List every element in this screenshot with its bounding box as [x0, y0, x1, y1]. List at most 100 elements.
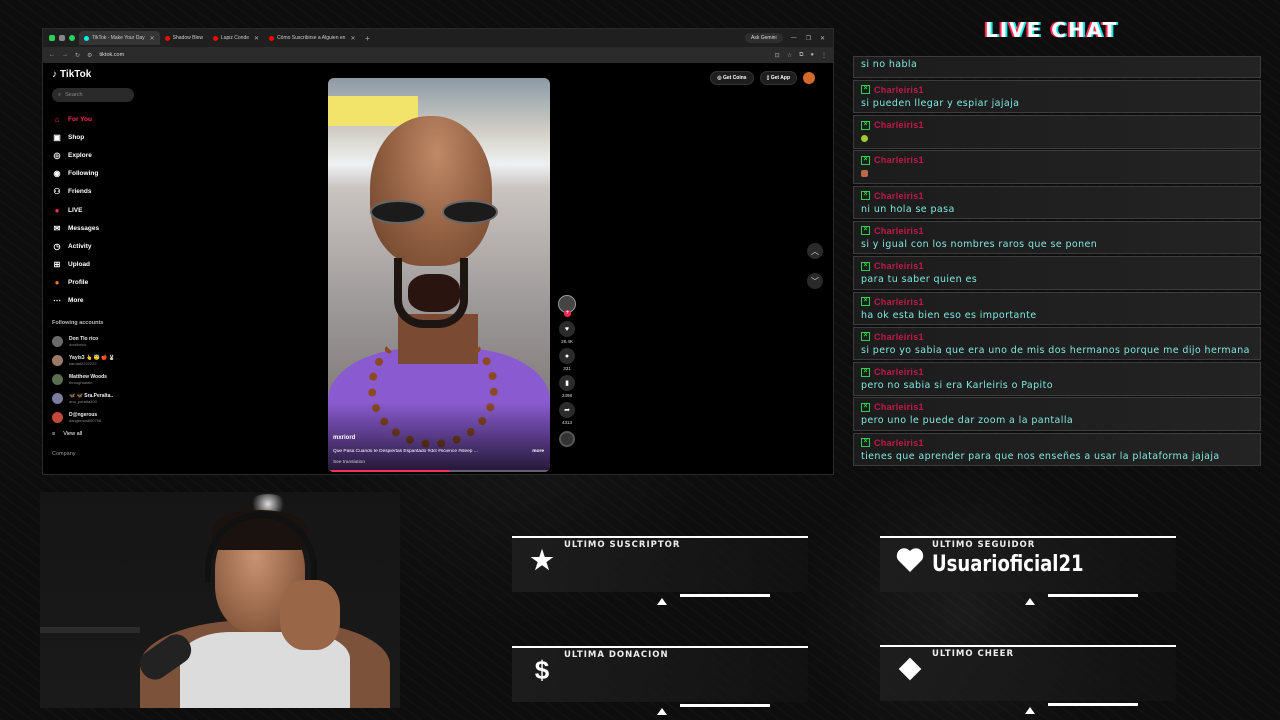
extension-icon[interactable]	[49, 35, 55, 41]
nav-item-for-you[interactable]: ⌂ For You	[52, 110, 134, 128]
close-tab-icon[interactable]: ✕	[254, 35, 259, 42]
nav-item-explore[interactable]: ◎ Explore	[52, 146, 134, 164]
nav-item-upload[interactable]: ⊞ Upload	[52, 256, 134, 274]
view-all-link[interactable]: ≡ View all	[52, 431, 134, 437]
company-link[interactable]: Company	[52, 451, 134, 457]
video-username[interactable]: mxriord	[333, 435, 355, 441]
see-translation-link[interactable]: See translation	[333, 460, 365, 465]
tab-shadow-blew[interactable]: Shadow Blew	[160, 31, 208, 45]
new-tab-button[interactable]: +	[360, 34, 375, 43]
site-info-icon[interactable]: ⚙	[87, 52, 92, 59]
account-handle: karolat2222222	[69, 361, 97, 367]
chat-username: Charleiris1	[874, 225, 924, 236]
nav-item-following[interactable]: ◉ Following	[52, 165, 134, 183]
video-scene	[408, 274, 460, 312]
whatsapp-icon[interactable]	[69, 35, 75, 41]
close-tab-icon[interactable]: ✕	[350, 35, 355, 42]
following-account[interactable]: D@ngerous dangerous690706	[52, 408, 134, 427]
tiktok-logo[interactable]: ♪ TikTok	[52, 69, 134, 80]
tab-group-icon[interactable]	[59, 35, 65, 41]
chat-username: Charleiris1	[874, 190, 924, 201]
tiktok-note-icon: ♪	[52, 69, 57, 80]
search-input[interactable]: ⌕ Search	[52, 88, 134, 102]
search-placeholder: Search	[65, 92, 83, 98]
top-right-actions: ◎ Get Coins ▯ Get App	[710, 71, 815, 85]
widget-triangle	[1025, 707, 1035, 714]
profile-icon: ●	[54, 278, 60, 288]
star-icon: ★	[530, 544, 554, 575]
home-icon: ⌂	[54, 114, 60, 124]
widget-triangle	[657, 708, 667, 715]
chat-message-header: × Charleiris1	[861, 401, 1254, 413]
menu-icon[interactable]: ⋮	[821, 52, 827, 59]
chat-text: pero no sabia si era Karleiris o Papito	[861, 380, 1053, 392]
tab-lapiz-conde[interactable]: Lapiz Conde ✕	[208, 31, 264, 45]
nav-item-profile[interactable]: ● Profile	[52, 274, 134, 292]
user-avatar[interactable]	[803, 72, 815, 84]
reload-icon[interactable]: ↻	[75, 52, 80, 59]
video-more-link[interactable]: more	[532, 449, 544, 454]
tab-tiktok[interactable]: TikTok - Make Your Day ✕	[79, 31, 160, 45]
save-count: 2498	[561, 393, 572, 398]
chat-message-header: × Charleiris1	[861, 84, 1254, 96]
diamond-icon	[896, 655, 924, 683]
widget-bar	[680, 594, 770, 597]
chat-message-header: × Charleiris1	[861, 154, 1254, 166]
following-account[interactable]: 🦋 🦋 Sra.Peralta.. ana_peralta300	[52, 389, 134, 408]
install-icon[interactable]: ⊡	[775, 52, 780, 59]
following-account[interactable]: Don Tlo rico dontlorico	[52, 332, 134, 351]
nav-label: Friends	[68, 188, 92, 196]
bookmark-star-icon[interactable]: ☆	[787, 52, 792, 59]
maximize-icon[interactable]: ❐	[806, 35, 811, 42]
music-disc-icon[interactable]	[559, 431, 575, 447]
chat-message-header: × Charleiris1	[861, 260, 1254, 272]
platform-badge-icon: ×	[861, 226, 870, 236]
nav-label: LIVE	[68, 206, 83, 214]
creator-avatar[interactable]	[558, 295, 576, 317]
minimize-icon[interactable]: —	[791, 35, 797, 42]
tab-bar: TikTok - Make Your Day ✕ Shadow Blew Lap…	[43, 29, 833, 47]
close-tab-icon[interactable]: ✕	[150, 35, 155, 42]
video-player[interactable]: mxriord Que Pasa Cuando te Despiertas Es…	[328, 78, 550, 472]
ask-gemini-button[interactable]: Ask Gemini	[745, 33, 783, 43]
like-action[interactable]: ♥ 28.4K	[559, 321, 575, 344]
account-handle: ana_peralta300	[69, 399, 97, 405]
save-action[interactable]: ▮ 2498	[559, 375, 575, 398]
chevron-up-icon[interactable]: ︿	[807, 243, 823, 259]
tiktok-sidebar: ♪ TikTok ⌕ Search ⌂ For You ▣ Shop ◎ Explor…	[43, 63, 143, 474]
nav-label: Messages	[68, 224, 100, 232]
forward-icon[interactable]: →	[62, 52, 68, 58]
following-account[interactable]: Yayis3 👆 😇 🍎 🐰 karolat2222222	[52, 351, 134, 370]
widget-triangle	[1025, 598, 1035, 605]
video-description: Que Pasa Cuando te Despiertas Espantado …	[333, 449, 478, 454]
chat-text: si y igual con los nombres raros que se …	[861, 238, 1098, 250]
extensions-icon[interactable]: ⧉	[799, 52, 803, 59]
tab-como-suscribirse[interactable]: Cómo Suscribirse a Alguien en ✕	[264, 31, 360, 45]
video-progress-bar[interactable]	[328, 470, 550, 472]
nav-label: For You	[68, 115, 92, 123]
share-action[interactable]: ➦ 4313	[559, 402, 575, 425]
get-coins-label: Get Coins	[722, 75, 747, 81]
live-icon: ●	[54, 205, 60, 215]
chevron-down-icon[interactable]: ﹀	[807, 273, 823, 289]
chat-text: tienes que aprender para que nos enseñes…	[861, 450, 1220, 462]
nav-item-shop[interactable]: ▣ Shop	[52, 128, 134, 146]
comment-action[interactable]: ● 331	[559, 348, 575, 371]
nav-item-live[interactable]: ● LIVE	[52, 201, 134, 219]
get-coins-button[interactable]: ◎ Get Coins	[710, 71, 754, 85]
logo-text: TikTok	[60, 69, 92, 80]
nav-label: Activity	[68, 242, 92, 250]
back-icon[interactable]: ←	[49, 52, 55, 58]
chat-username: Charleiris1	[874, 402, 924, 413]
profile-avatar-icon[interactable]: ●	[810, 52, 814, 58]
url-field[interactable]: tiktok.com	[99, 52, 767, 58]
nav-item-more[interactable]: ⋯ More	[52, 292, 134, 310]
nav-item-activity[interactable]: ◷ Activity	[52, 237, 134, 255]
following-account[interactable]: Matthew Woods throughtaken	[52, 370, 134, 389]
platform-badge-icon: ×	[861, 332, 870, 342]
nav-item-friends[interactable]: ⚇ Friends	[52, 183, 134, 201]
chat-message: × Charleiris1 si pero yo sabia que era uno…	[853, 326, 1261, 361]
nav-item-messages[interactable]: ✉ Messages	[52, 219, 134, 237]
get-app-button[interactable]: ▯ Get App	[759, 71, 797, 85]
close-window-icon[interactable]: ✕	[820, 35, 825, 42]
